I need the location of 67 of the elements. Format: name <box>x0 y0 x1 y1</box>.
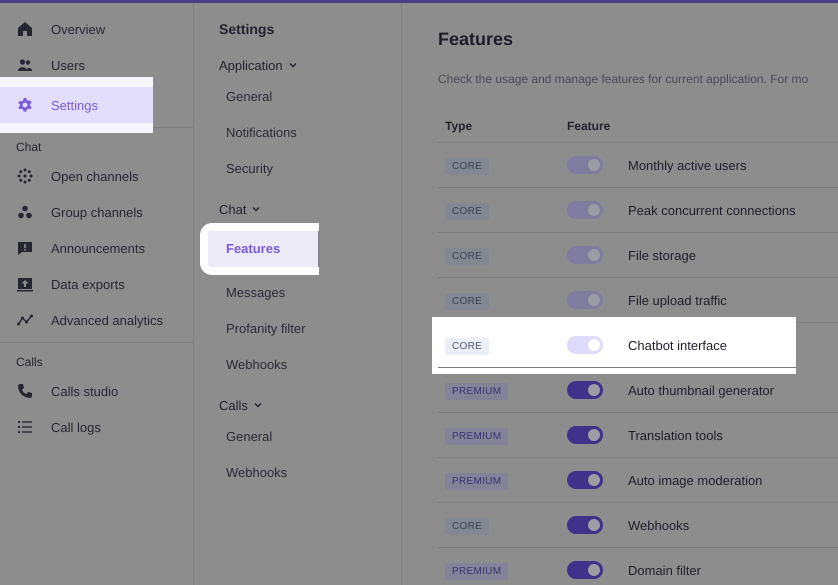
dots-circle-icon <box>17 168 33 184</box>
sidebar-item[interactable]: Users <box>0 47 193 83</box>
section-heading: Calls <box>15 354 44 371</box>
section-heading: Chat <box>15 139 42 156</box>
nav-item[interactable]: Webhooks <box>208 455 387 491</box>
chevron-icon <box>251 204 262 214</box>
announcement-icon <box>17 240 33 256</box>
type-tag: PREMIUM <box>445 563 508 580</box>
group-toggle[interactable]: Chat <box>208 195 387 223</box>
type-tag: PREMIUM <box>445 428 508 445</box>
sidebar-item[interactable]: Group channels <box>0 194 193 230</box>
toggle-switch[interactable] <box>567 426 603 444</box>
type-tag: PREMIUM <box>445 473 508 490</box>
toggle-switch[interactable] <box>567 471 603 489</box>
group-icon <box>17 204 33 220</box>
group-toggle[interactable]: Calls <box>208 391 387 419</box>
feature-name: File storage <box>628 248 696 262</box>
sidebar-item[interactable]: Call logs <box>0 409 193 445</box>
type-tag: CORE <box>445 248 490 265</box>
type-tag: CORE <box>445 203 490 220</box>
feature-name: Domain filter <box>628 562 701 578</box>
type-tag: CORE <box>445 158 490 175</box>
nav-item[interactable]: General <box>208 79 387 115</box>
type-tag: PREMIUM <box>445 383 508 400</box>
chevron-icon <box>252 400 263 410</box>
sidebar-item[interactable]: Announcements <box>0 230 193 266</box>
feature-name: Webhooks <box>628 518 690 532</box>
sidebar-item[interactable]: Settings <box>0 87 153 123</box>
nav-item[interactable]: Profanity filter <box>208 311 387 347</box>
nav-item[interactable]: Features <box>208 231 319 267</box>
feature-name: Chatbot interface <box>628 338 728 352</box>
group-toggle[interactable]: Application <box>208 51 387 79</box>
description: Check the usage and manage features for current application. For mo <box>438 72 810 86</box>
chevron-icon <box>288 60 298 70</box>
toggle-switch[interactable] <box>567 561 603 579</box>
sidebar-item[interactable]: Overview <box>0 11 193 47</box>
nav-item[interactable]: Notifications <box>208 115 387 151</box>
upload-icon <box>17 276 33 292</box>
sidebar-item[interactable]: Advanced analytics <box>0 302 193 338</box>
feature-name: File upload traffic <box>628 292 727 308</box>
users-icon <box>17 57 33 73</box>
sidebar-item[interactable]: Open channels <box>0 158 193 194</box>
column-header: Type <box>444 119 474 133</box>
sidebar-item[interactable]: Calls studio <box>0 373 193 409</box>
feature-name: Translation tools <box>628 428 723 442</box>
nav-item[interactable]: Messages <box>208 275 387 311</box>
settings-title: Settings <box>218 20 276 39</box>
toggle-switch[interactable] <box>567 381 603 399</box>
feature-name: Auto thumbnail generator <box>628 382 774 398</box>
settings-icon <box>17 97 33 113</box>
nav-item[interactable]: Webhooks <box>208 347 387 383</box>
feature-name: Peak concurrent connections <box>628 202 796 218</box>
type-tag: CORE <box>445 338 490 355</box>
feature-name: Monthly active users <box>628 158 746 172</box>
sidebar-item[interactable]: Data exports <box>0 266 193 302</box>
phone-icon <box>17 383 33 399</box>
page-title: Features <box>438 29 514 50</box>
list-icon <box>17 419 33 435</box>
feature-name: Auto image moderation <box>628 472 762 488</box>
column-header: Feature <box>567 119 610 133</box>
type-tag: CORE <box>445 293 490 310</box>
toggle-switch[interactable] <box>567 516 603 534</box>
nav-item[interactable]: Security <box>208 151 387 187</box>
home-icon <box>17 21 33 37</box>
type-tag: CORE <box>445 518 490 535</box>
nav-item[interactable]: General <box>208 419 387 455</box>
chart-icon <box>17 312 33 328</box>
